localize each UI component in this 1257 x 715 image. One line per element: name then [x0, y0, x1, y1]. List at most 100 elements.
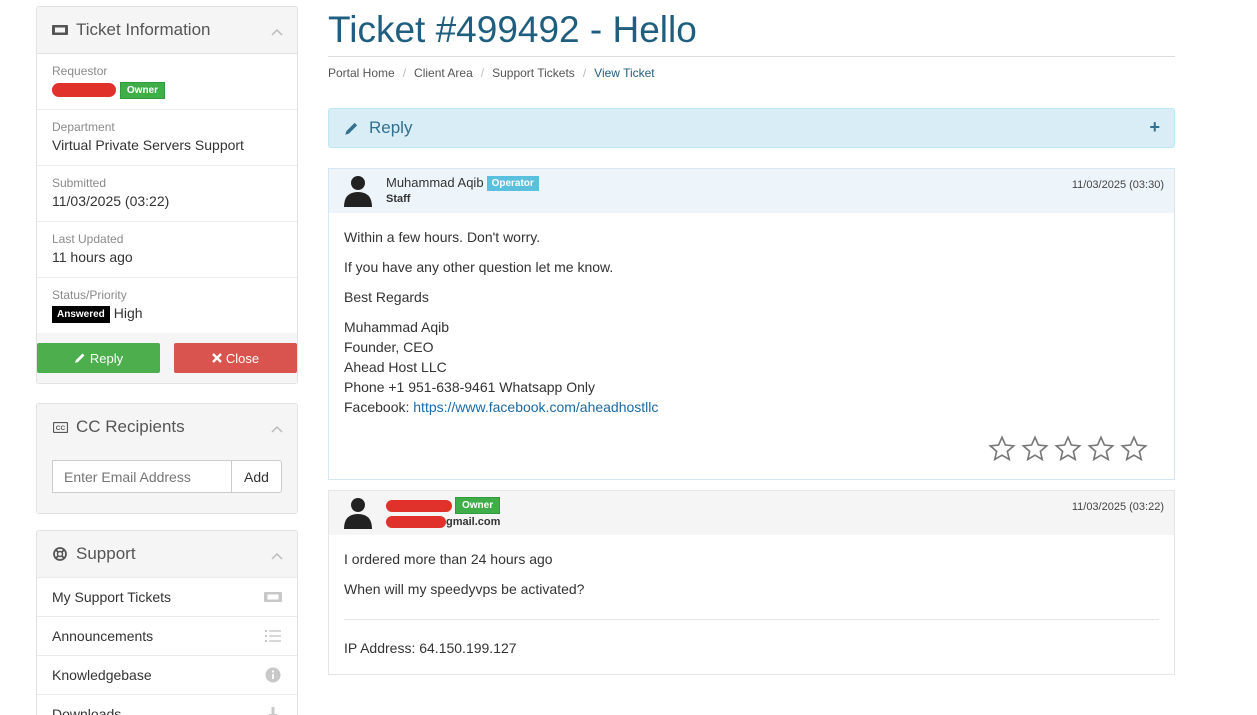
cc-email-input[interactable] — [52, 460, 231, 493]
signature-line: Muhammad Aqib — [344, 319, 450, 335]
pencil-icon — [345, 122, 358, 135]
updated-value: 11 hours ago — [52, 249, 133, 265]
breadcrumb-separator: / — [480, 66, 485, 80]
message-line: If you have any other question let me kn… — [344, 259, 614, 275]
close-button-label: Close — [225, 350, 260, 366]
message-date: 11/03/2025 (03:30) — [1071, 179, 1164, 191]
reply-bar-label: Reply — [369, 118, 413, 137]
support-item-label: Knowledgebase — [52, 667, 152, 683]
title-divider — [328, 56, 1175, 57]
support-item-label: Announcements — [52, 628, 154, 644]
reply-button[interactable]: Reply — [37, 343, 160, 373]
owner-badge: Owner — [119, 81, 166, 99]
status-badge: Answered — [52, 305, 110, 323]
redacted-name — [386, 499, 452, 512]
message-role: Staff — [386, 193, 411, 206]
breadcrumb-view-ticket: View Ticket — [594, 66, 655, 80]
user-avatar-icon — [344, 498, 372, 529]
star-icon[interactable] — [987, 435, 1017, 463]
support-title: Support — [76, 544, 136, 563]
support-item-label: My Support Tickets — [52, 589, 172, 605]
facebook-link[interactable]: https://www.facebook.com/aheadhostllc — [413, 399, 658, 415]
message-line: Best Regards — [344, 289, 429, 305]
signature-line: Founder, CEO — [344, 339, 434, 355]
star-icon[interactable] — [1119, 435, 1149, 463]
star-icon[interactable] — [1053, 435, 1083, 463]
ticket-info-header[interactable]: Ticket Information — [37, 7, 297, 53]
support-header[interactable]: Support — [37, 531, 297, 577]
lifebuoy-icon — [52, 546, 68, 562]
star-icon[interactable] — [1020, 435, 1050, 463]
status-row: Status/Priority Answered High — [37, 277, 297, 333]
close-icon — [212, 353, 222, 363]
download-icon — [264, 706, 282, 715]
chevron-up-icon[interactable] — [271, 545, 283, 560]
main-content: Ticket #499492 - Hello Portal Home / Cli… — [328, 0, 1175, 675]
owner-badge: Owner — [455, 497, 501, 515]
info-icon — [264, 667, 282, 683]
plus-icon[interactable]: + — [1149, 117, 1160, 138]
breadcrumb-client-area[interactable]: Client Area — [414, 66, 473, 80]
updated-row: Last Updated 11 hours ago — [37, 221, 297, 277]
cc-icon: CC — [52, 419, 68, 435]
operator-badge: Operator — [486, 176, 539, 192]
message-email-suffix: gmail.com — [446, 516, 501, 529]
ticket-info-panel: Ticket Information Requestor Owner Depar… — [36, 6, 298, 384]
breadcrumb-portal-home[interactable]: Portal Home — [328, 66, 395, 80]
ticket-icon — [264, 589, 282, 605]
breadcrumb-separator: / — [402, 66, 407, 80]
message-author: Muhammad Aqib — [386, 175, 484, 190]
pencil-icon — [74, 353, 85, 363]
message-date: 11/03/2025 (03:22) — [1071, 501, 1164, 513]
breadcrumb-support-tickets[interactable]: Support Tickets — [492, 66, 575, 80]
svg-text:CC: CC — [55, 425, 65, 432]
rating-stars — [344, 435, 1149, 463]
department-value: Virtual Private Servers Support — [52, 137, 244, 153]
close-button[interactable]: Close — [174, 343, 297, 373]
reply-toggle-bar[interactable]: Reply + — [328, 108, 1175, 148]
cc-add-button[interactable]: Add — [231, 460, 282, 493]
ip-address: IP Address: 64.150.199.127 — [344, 640, 517, 656]
support-item-knowledgebase[interactable]: Knowledgebase — [37, 655, 297, 694]
list-icon — [264, 628, 282, 644]
cc-title: CC Recipients — [76, 417, 185, 436]
priority-value: High — [113, 305, 143, 321]
chevron-up-icon[interactable] — [271, 418, 283, 433]
ticket-info-title: Ticket Information — [76, 20, 211, 39]
department-label: Department — [52, 120, 115, 134]
support-item-label: Downloads — [52, 706, 122, 715]
star-icon[interactable] — [1086, 435, 1116, 463]
ip-divider — [344, 619, 1159, 620]
redacted-email — [386, 516, 446, 529]
support-panel: Support My Support Tickets Announcements… — [36, 530, 298, 715]
submitted-label: Submitted — [52, 176, 107, 190]
message-line: Within a few hours. Don't worry. — [344, 229, 541, 245]
support-item-downloads[interactable]: Downloads — [37, 694, 297, 715]
page-title: Ticket #499492 - Hello — [328, 9, 697, 50]
redacted-name — [52, 83, 116, 98]
cc-panel: CC CC Recipients Add — [36, 403, 298, 514]
facebook-line: Facebook: https://www.facebook.com/ahead… — [344, 397, 1159, 417]
breadcrumb-separator: / — [582, 66, 587, 80]
customer-message: Owner gmail.com 11/03/2025 (03:22) I ord… — [328, 490, 1175, 675]
chevron-up-icon[interactable] — [271, 21, 283, 36]
department-row: Department Virtual Private Servers Suppo… — [37, 109, 297, 165]
support-item-announcements[interactable]: Announcements — [37, 616, 297, 655]
user-avatar-icon — [344, 176, 372, 207]
requestor-row: Requestor Owner — [37, 53, 297, 109]
message-line: I ordered more than 24 hours ago — [344, 551, 553, 567]
message-body: I ordered more than 24 hours ago When wi… — [329, 535, 1174, 674]
support-item-tickets[interactable]: My Support Tickets — [37, 577, 297, 616]
facebook-label: Facebook: — [344, 399, 410, 415]
requestor-label: Requestor — [52, 64, 108, 78]
message-line: When will my speedyvps be activated? — [344, 581, 585, 597]
cc-header[interactable]: CC CC Recipients — [37, 404, 297, 450]
message-header: Owner gmail.com 11/03/2025 (03:22) — [329, 491, 1174, 535]
updated-label: Last Updated — [52, 232, 124, 246]
signature-line: Ahead Host LLC — [344, 359, 447, 375]
ticket-icon — [52, 22, 68, 38]
submitted-value: 11/03/2025 (03:22) — [52, 193, 170, 209]
status-label: Status/Priority — [52, 288, 127, 302]
reply-button-label: Reply — [89, 350, 124, 366]
breadcrumb: Portal Home / Client Area / Support Tick… — [328, 66, 1175, 80]
